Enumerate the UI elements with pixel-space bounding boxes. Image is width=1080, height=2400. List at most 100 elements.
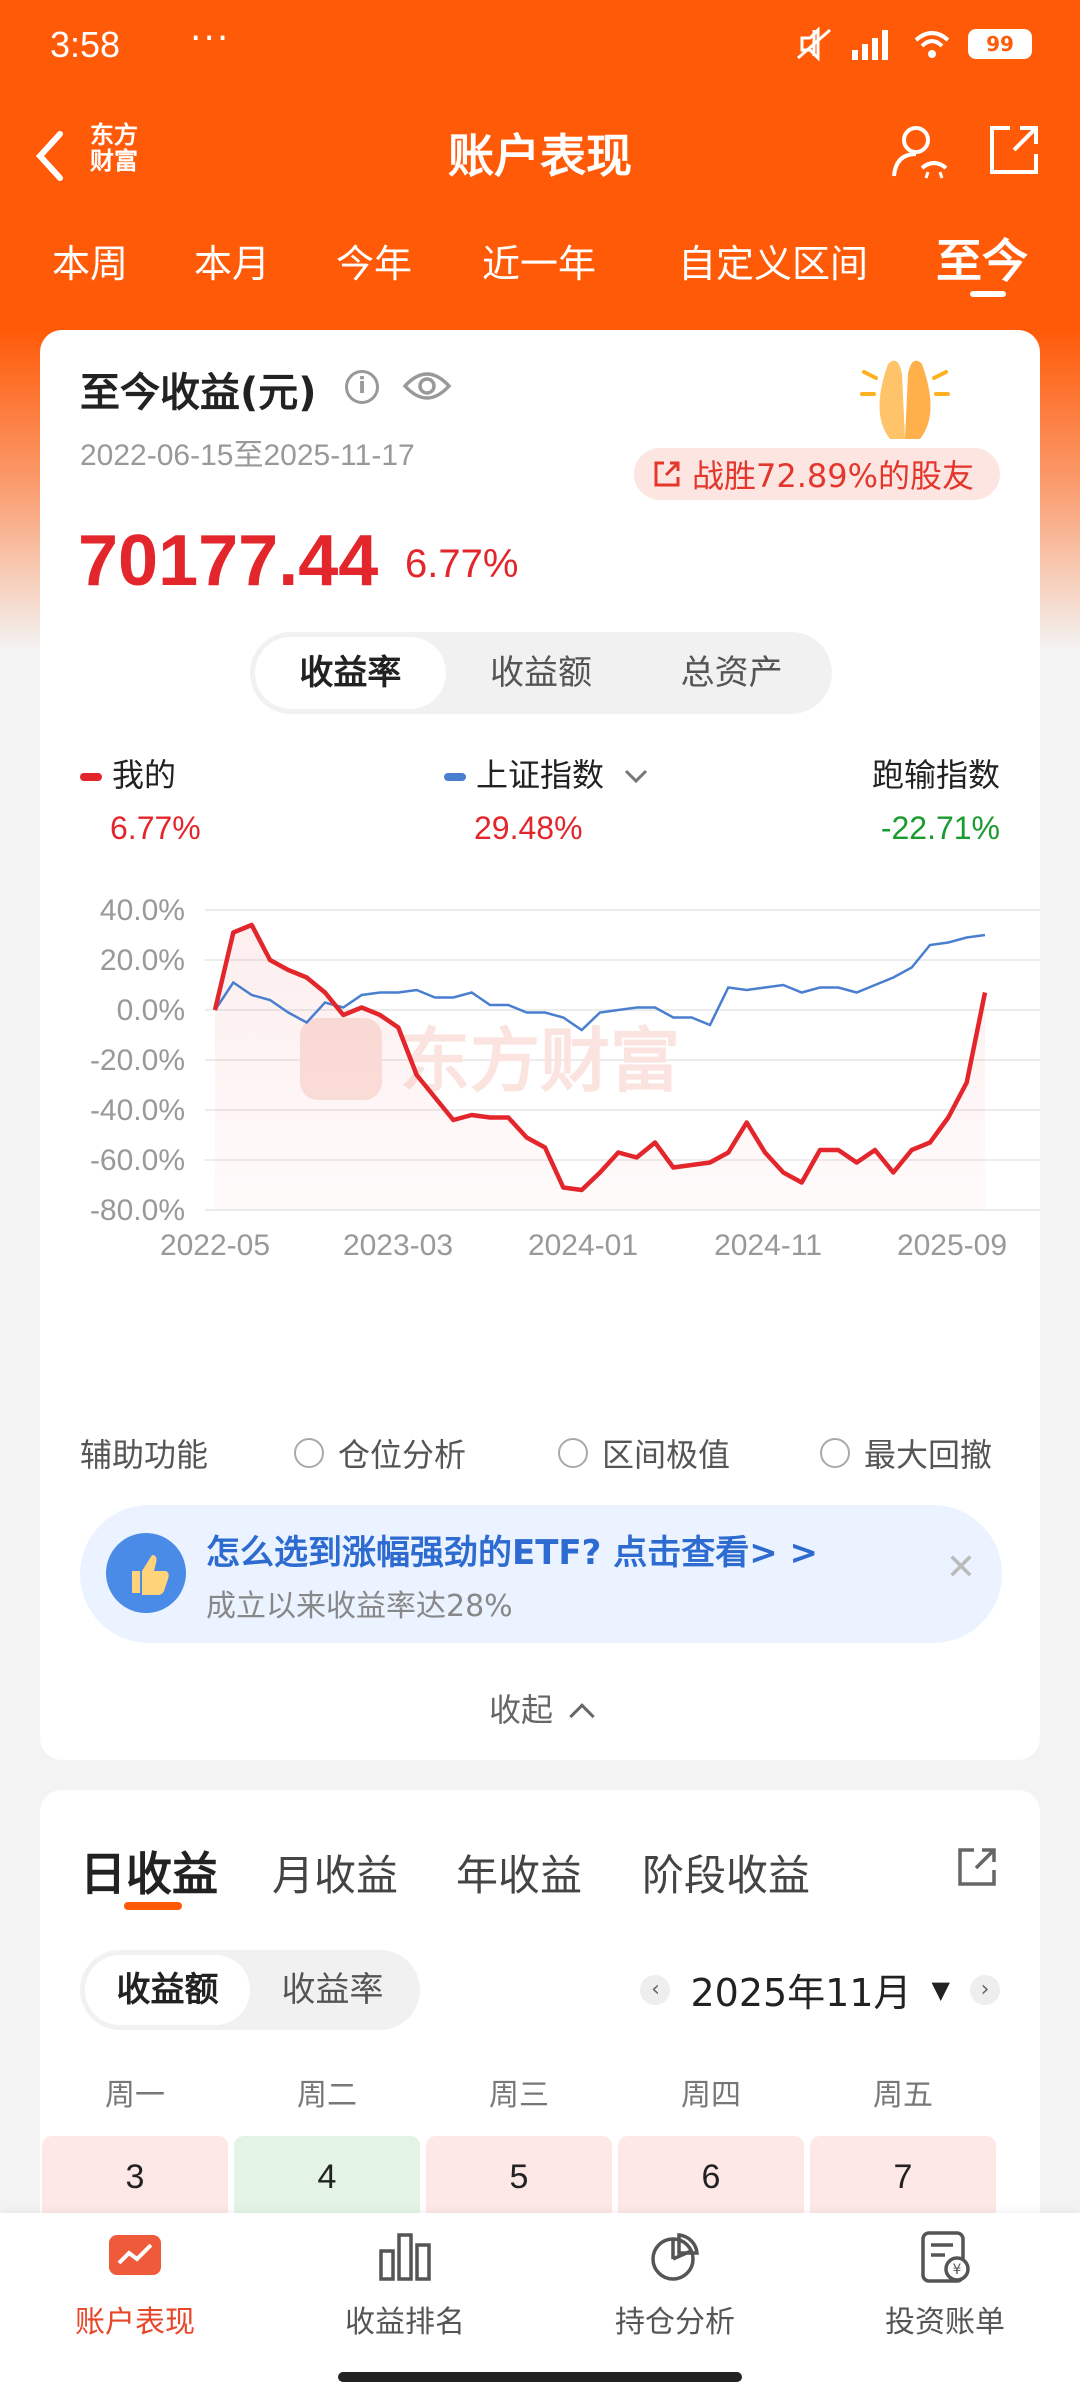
legend-mine-value: 6.77%	[110, 810, 201, 846]
pie-chart-icon	[651, 2233, 699, 2281]
radio-position[interactable]	[294, 1438, 324, 1468]
thumbs-up-icon	[106, 1533, 186, 1613]
month-selector: ‹ 2025年11月 ▼ ›	[640, 1962, 1000, 2017]
legend-dot-mine	[80, 773, 102, 781]
legend-mine: 我的 6.77%	[80, 750, 201, 847]
legend-index-label: 上证指数	[476, 756, 605, 794]
svg-text:¥: ¥	[953, 2262, 962, 2278]
legend-diff: 跑输指数 -22.71%	[872, 750, 1000, 847]
nav-investment-bill[interactable]: ¥ 投资账单	[810, 2231, 1080, 2341]
tab-yearly-returns[interactable]: 年收益	[456, 1842, 582, 1903]
y-tick-label: -20.0%	[90, 1044, 185, 1077]
promo-title[interactable]: 怎么选到涨幅强劲的ETF? 点击查看> >	[206, 1525, 818, 1574]
x-tick-label: 2022-05	[160, 1229, 270, 1262]
weekday-label: 周二	[297, 2078, 357, 2113]
y-tick-label: -60.0%	[90, 1144, 185, 1177]
legend-dot-index	[444, 773, 466, 781]
share-icon[interactable]	[984, 120, 1044, 180]
chart-card-icon	[109, 2235, 161, 2275]
y-tick-label: 40.0%	[100, 894, 185, 927]
y-tick-label: -40.0%	[90, 1094, 185, 1127]
share-icon[interactable]	[954, 1844, 1000, 1890]
legend-mine-label: 我的	[112, 756, 177, 794]
y-tick-label: -80.0%	[90, 1194, 185, 1227]
total-profit-value: 70177.44	[78, 521, 379, 601]
beat-badge[interactable]: 战胜72.89%的股友	[633, 448, 1000, 500]
radio-drawdown[interactable]	[820, 1438, 850, 1468]
date-range: 2022-06-15至2025-11-17	[80, 439, 415, 472]
tab-monthly-returns[interactable]: 月收益	[272, 1842, 398, 1903]
seg-return-rate[interactable]: 收益率	[255, 637, 446, 709]
collapse-button[interactable]: 收起	[40, 1685, 1040, 1731]
tab-this-week[interactable]: 本周	[52, 233, 128, 288]
tab-this-year[interactable]: 今年	[336, 233, 412, 288]
info-icon[interactable]: i	[345, 370, 379, 404]
weekday-label: 周三	[489, 2078, 549, 2113]
aux-position-analysis[interactable]: 仓位分析	[294, 1430, 466, 1476]
tab-daily-returns[interactable]: 日收益	[80, 1838, 218, 1904]
month-label[interactable]: 2025年11月	[690, 1962, 911, 2017]
promo-subtitle: 成立以来收益率达28%	[206, 1589, 513, 1624]
weekday-header: 周一 周二 周三 周四 周五	[40, 2070, 1040, 2120]
bill-icon: ¥	[921, 2231, 970, 2283]
return-chart[interactable]: 东方财富 40.0% 20.0% 0.0% -20.0% -40.0% -60.0% -80…	[40, 860, 1040, 1380]
weekday-label: 周五	[873, 2078, 933, 2113]
x-tick-label: 2024-11	[714, 1229, 822, 1262]
nav-returns-ranking[interactable]: 收益排名	[270, 2231, 540, 2341]
chevron-up-icon	[569, 1703, 595, 1729]
tab-to-date[interactable]: 至今	[936, 225, 1028, 291]
weekday-label: 周一	[105, 2078, 165, 2113]
user-hide-icon[interactable]	[888, 120, 950, 182]
returns-tabs: 日收益 月收益 年收益 阶段收益	[80, 1838, 1000, 1918]
status-more-icon: ···	[190, 18, 231, 59]
period-tabs: 本周 本月 今年 近一年 自定义区间 至今	[0, 225, 1080, 315]
seg-total-assets[interactable]: 总资产	[636, 637, 827, 709]
legend-index-value: 29.48%	[474, 810, 583, 846]
tab-stage-returns[interactable]: 阶段收益	[642, 1842, 810, 1903]
x-tick-label: 2023-03	[343, 1229, 453, 1262]
aux-range-extremes[interactable]: 区间极值	[558, 1430, 730, 1476]
clapping-hands-icon	[860, 360, 950, 439]
y-axis-labels: 40.0% 20.0% 0.0% -20.0% -40.0% -60.0% -80.0%	[90, 894, 185, 1227]
legend-index[interactable]: 上证指数 29.48%	[444, 750, 650, 847]
seg-return-amount[interactable]: 收益额	[446, 637, 637, 709]
next-month-icon[interactable]: ›	[970, 1974, 1000, 2005]
chevron-down-icon	[625, 769, 648, 784]
chart-type-segment: 收益率 收益额 总资产	[250, 632, 832, 714]
mute-icon	[797, 26, 831, 62]
y-tick-label: 20.0%	[100, 944, 185, 977]
watermark-text: 东方财富	[400, 1020, 680, 1102]
weekday-label: 周四	[681, 2078, 741, 2113]
caret-down-icon[interactable]: ▼	[932, 1976, 950, 2004]
wifi-icon	[914, 31, 950, 58]
tab-custom-range[interactable]: 自定义区间	[678, 233, 868, 288]
aux-max-drawdown[interactable]: 最大回撤	[820, 1430, 992, 1476]
home-indicator[interactable]	[338, 2372, 742, 2382]
x-tick-label: 2025-09	[897, 1229, 1007, 1262]
legend-diff-value: -22.71%	[880, 810, 1000, 846]
seg-profit-rate[interactable]: 收益率	[250, 1955, 415, 2025]
seg-profit-amount[interactable]: 收益额	[85, 1955, 250, 2025]
eye-icon[interactable]	[402, 368, 452, 404]
bar-chart-icon	[379, 2233, 431, 2281]
close-icon[interactable]: ✕	[946, 1547, 976, 1588]
x-axis-labels: 2022-05 2023-03 2024-01 2024-11 2025-09	[160, 1229, 1007, 1262]
status-time: 3:58	[50, 24, 121, 65]
nav-account-performance[interactable]: 账户表现	[0, 2231, 270, 2341]
tab-this-month[interactable]: 本月	[194, 233, 270, 288]
nav-holdings-analysis[interactable]: 持仓分析	[540, 2231, 810, 2341]
status-bar: 3:58 ··· 99	[0, 0, 1080, 96]
signal-icon	[852, 30, 888, 60]
prev-month-icon[interactable]: ‹	[640, 1974, 671, 2005]
summary-title: 至今收益(元)	[80, 370, 317, 416]
status-icons: 99	[794, 26, 1032, 62]
returns-tab-underline	[124, 1902, 182, 1910]
beat-text: 战胜72.89%的股友	[691, 457, 974, 495]
etf-promo-banner[interactable]: 怎么选到涨幅强劲的ETF? 点击查看> > 成立以来收益率达28% ✕	[80, 1505, 1002, 1643]
returns-type-segment: 收益额 收益率	[80, 1950, 420, 2030]
tab-last-year[interactable]: 近一年	[482, 233, 596, 288]
legend-diff-label: 跑输指数	[871, 756, 1000, 794]
y-tick-label: 0.0%	[117, 994, 185, 1027]
radio-extremes[interactable]	[558, 1438, 588, 1468]
x-tick-label: 2024-01	[528, 1229, 638, 1262]
